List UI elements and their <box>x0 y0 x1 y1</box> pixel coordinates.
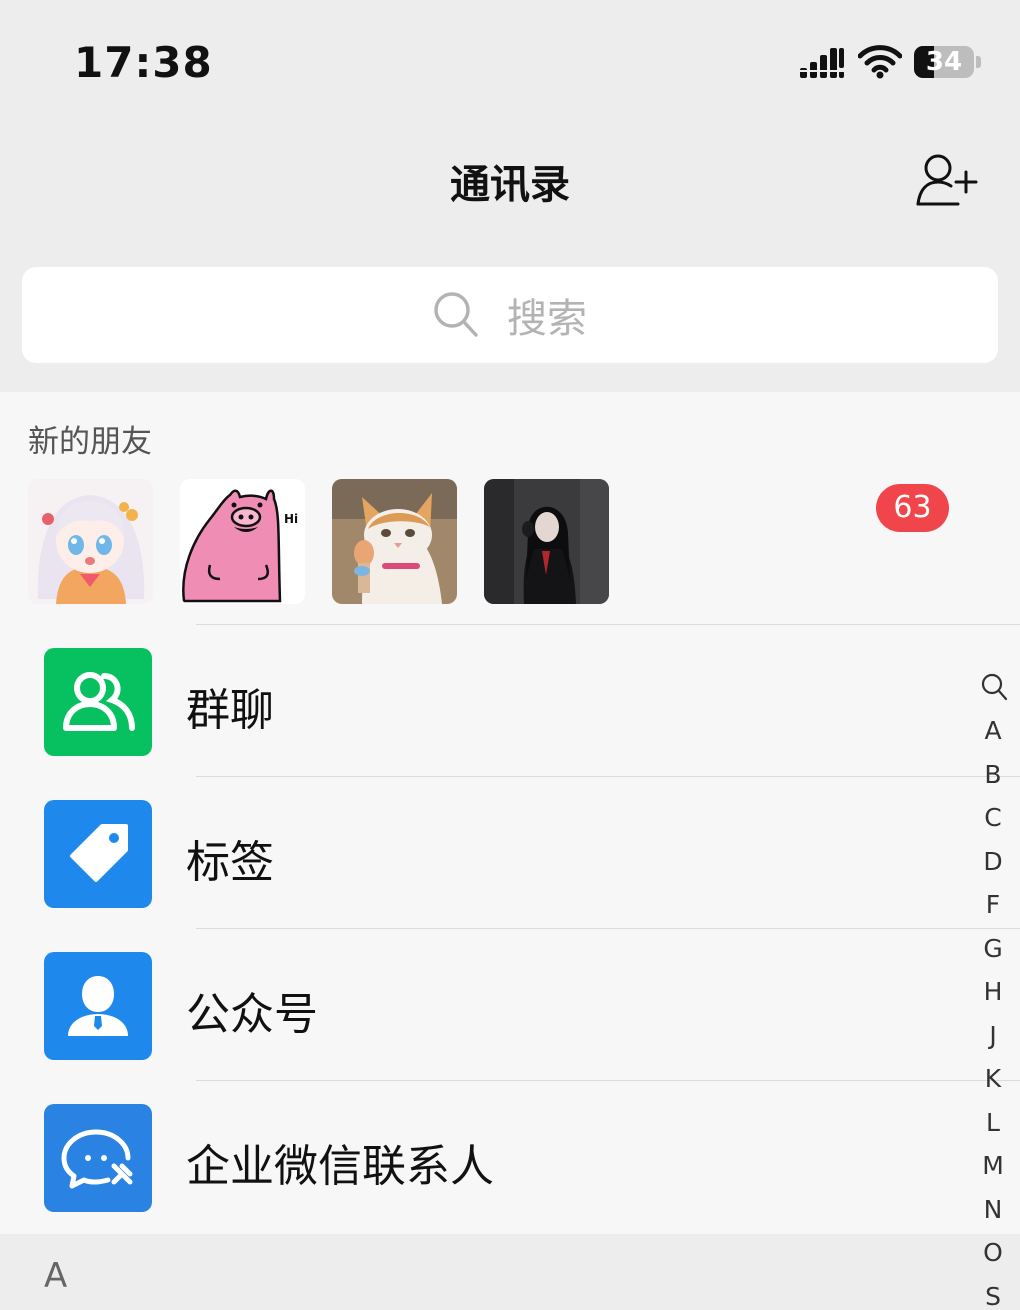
wifi-icon <box>858 45 902 79</box>
index-letter-h[interactable]: H <box>972 977 1014 1006</box>
index-letter-b[interactable]: B <box>972 760 1014 789</box>
section-header: A <box>0 1234 1020 1310</box>
menu-item-label: 企业微信联系人 <box>186 1141 494 1192</box>
index-letter-k[interactable]: K <box>972 1064 1014 1093</box>
svg-text:Hi: Hi <box>284 512 298 526</box>
anime-girl-avatar[interactable] <box>28 479 153 604</box>
status-bar: 17:38 34 <box>0 0 1020 120</box>
battery-tip <box>976 56 981 68</box>
menu-item-official-accounts[interactable]: 公众号 <box>0 928 1020 1080</box>
section-letter: A <box>44 1256 68 1296</box>
search-placeholder: 搜索 <box>507 296 587 342</box>
menu-item-label: 标签 <box>186 837 274 888</box>
dark-girl-avatar[interactable] <box>484 479 609 604</box>
cellular-signal-icon <box>800 48 844 78</box>
group-chat-icon <box>44 648 152 756</box>
page-title: 通讯录 <box>450 162 570 208</box>
index-search-icon[interactable] <box>980 672 1008 702</box>
wecom-icon <box>44 1104 152 1212</box>
index-letter-o[interactable]: O <box>972 1238 1014 1267</box>
search-icon <box>434 292 478 337</box>
cat-avatar[interactable] <box>332 479 457 604</box>
search-bar[interactable]: 搜索 <box>22 267 998 363</box>
battery-percent: 34 <box>925 47 963 77</box>
new-friends-badge: 63 <box>876 484 949 532</box>
index-letter-n[interactable]: N <box>972 1195 1014 1224</box>
tag-icon <box>44 800 152 908</box>
add-friend-icon[interactable] <box>914 152 980 208</box>
index-letter-g[interactable]: G <box>972 934 1014 963</box>
menu-item-group-chat[interactable]: 群聊 <box>0 624 1020 776</box>
index-letter-a[interactable]: A <box>972 716 1014 745</box>
index-letter-f[interactable]: F <box>972 890 1014 919</box>
status-time: 17:38 <box>74 38 213 87</box>
menu-item-wecom-contacts[interactable]: 企业微信联系人 <box>0 1080 1020 1232</box>
index-letter-l[interactable]: L <box>972 1108 1014 1137</box>
index-letter-j[interactable]: J <box>972 1021 1014 1050</box>
index-letter-s[interactable]: S <box>972 1282 1014 1310</box>
contacts-content: 新的朋友 Hi 63 群聊 标签 公众号 企业微信联系人 <box>0 392 1020 1234</box>
menu-item-label: 群聊 <box>186 685 274 736</box>
menu-item-label: 公众号 <box>186 989 318 1040</box>
index-letter-c[interactable]: C <box>972 803 1014 832</box>
new-friends-label: 新的朋友 <box>28 424 152 460</box>
menu-item-tags[interactable]: 标签 <box>0 776 1020 928</box>
index-letter-d[interactable]: D <box>972 847 1014 876</box>
index-letter-m[interactable]: M <box>972 1151 1014 1180</box>
battery-icon: 34 <box>914 46 976 78</box>
official-account-icon <box>44 952 152 1060</box>
pink-pig-hi-avatar[interactable]: Hi <box>180 479 305 604</box>
